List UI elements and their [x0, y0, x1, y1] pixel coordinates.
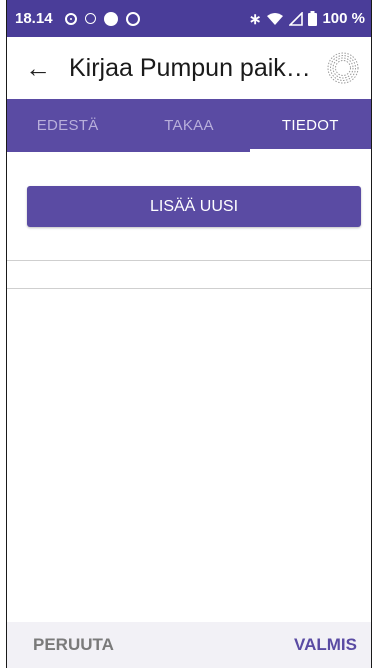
bottom-action-bar: PERUUTA VALMIS [7, 622, 371, 668]
status-time: 18.14 [15, 10, 53, 27]
filled-circle-icon [103, 11, 118, 26]
tab-front[interactable]: EDESTÄ [7, 99, 128, 152]
bluetooth-icon: ∗ [248, 10, 262, 28]
app-screen: 18.14 ∗ 100 % ← Kirjaa Pumpun paik… EDES… [6, 0, 372, 668]
tab-back[interactable]: TAKAA [128, 99, 249, 152]
status-icons-right: ∗ 100 % [249, 10, 365, 28]
swirl-icon [125, 11, 140, 26]
battery-percent: 100 % [322, 10, 365, 27]
back-arrow-icon[interactable]: ← [25, 55, 51, 81]
loading-spinner-icon [327, 52, 359, 84]
tab-details[interactable]: TIEDOT [249, 99, 372, 152]
status-icons-left [64, 11, 140, 26]
battery-icon [308, 11, 318, 26]
signal-icon [289, 11, 304, 26]
cancel-button[interactable]: PERUUTA [33, 635, 114, 655]
divider [7, 288, 371, 289]
ring-dot-icon [64, 12, 77, 25]
info-circle-icon [84, 13, 96, 24]
wifi-icon [267, 12, 284, 25]
page-title: Kirjaa Pumpun paik… [69, 53, 311, 82]
status-bar: 18.14 ∗ 100 % [7, 0, 371, 37]
add-new-button[interactable]: LISÄÄ UUSI [27, 186, 361, 227]
app-bar: ← Kirjaa Pumpun paik… [7, 37, 371, 99]
tab-bar: EDESTÄ TAKAA TIEDOT [7, 99, 372, 152]
divider [7, 260, 371, 261]
done-button[interactable]: VALMIS [294, 635, 357, 655]
